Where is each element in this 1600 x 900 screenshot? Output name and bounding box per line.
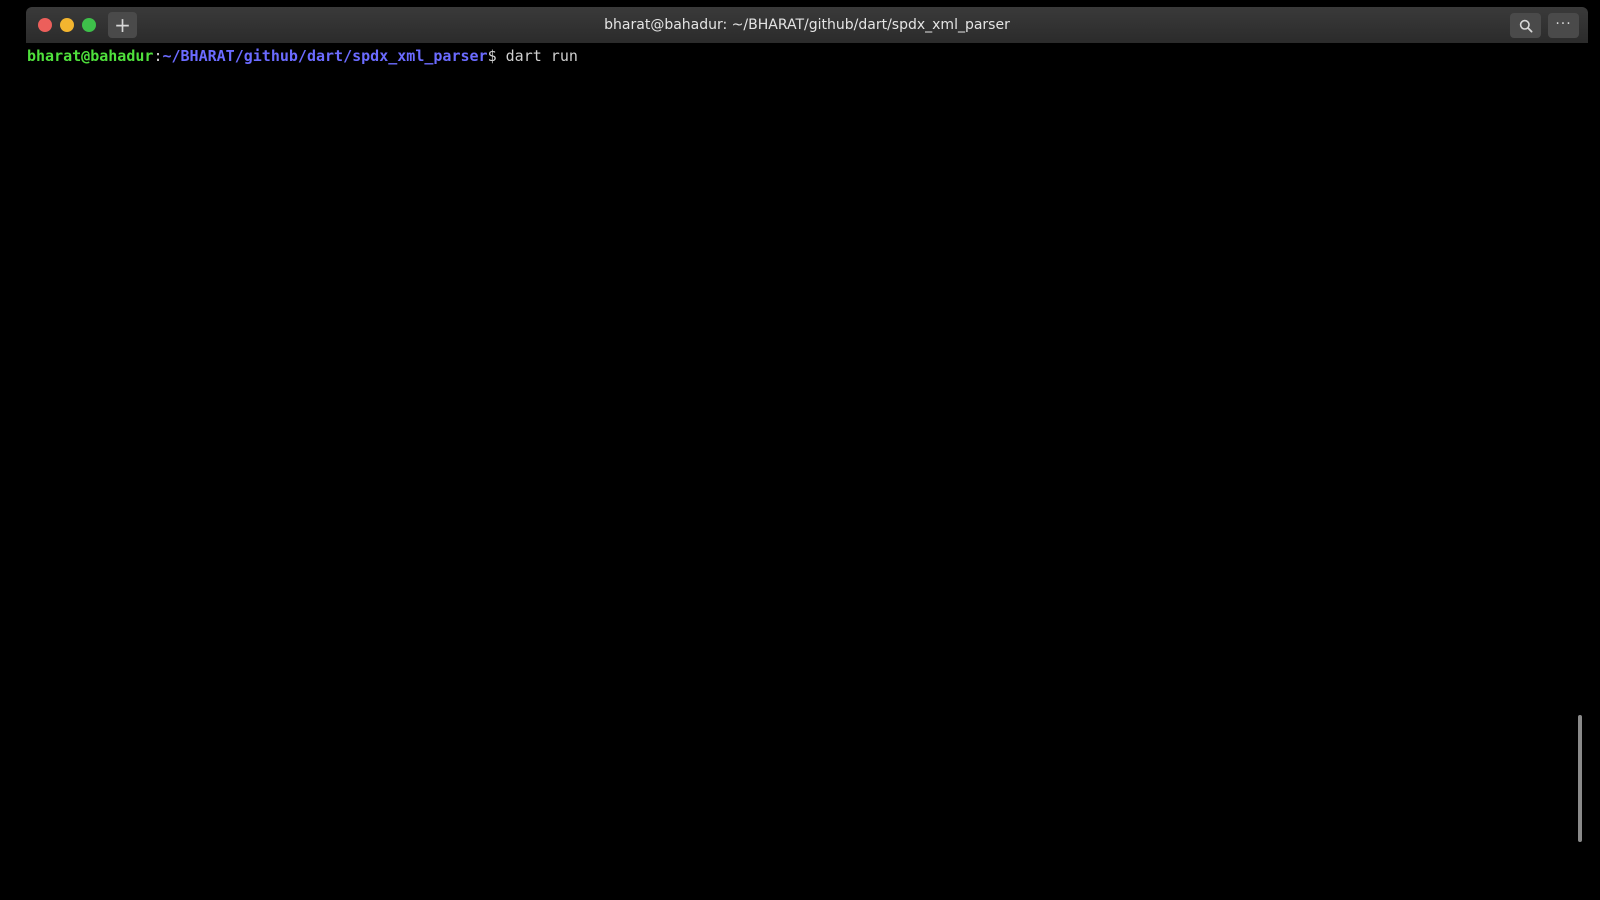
prompt-line: bharat@bahadur:~/BHARAT/github/dart/spdx… (27, 46, 578, 66)
close-window-button[interactable] (38, 18, 52, 32)
scrollbar-thumb[interactable] (1578, 715, 1582, 842)
title-bar: + bharat@bahadur: ~/BHARAT/github/dart/s… (26, 7, 1588, 43)
prompt-path: ~/BHARAT/github/dart/spdx_xml_parser (162, 47, 488, 65)
command-text: dart run (496, 47, 578, 65)
search-icon (1519, 19, 1533, 33)
screen: + bharat@bahadur: ~/BHARAT/github/dart/s… (0, 0, 1600, 900)
terminal-area[interactable]: bharat@bahadur:~/BHARAT/github/dart/spdx… (26, 43, 1588, 900)
window-title: bharat@bahadur: ~/BHARAT/github/dart/spd… (604, 17, 1010, 33)
prompt-user-host: bharat@bahadur (27, 47, 154, 65)
minimize-window-button[interactable] (60, 18, 74, 32)
prompt-symbol: $ (487, 47, 497, 65)
menu-button[interactable]: ··· (1548, 13, 1579, 38)
new-tab-button[interactable]: + (108, 12, 137, 38)
search-button[interactable] (1510, 13, 1541, 38)
maximize-window-button[interactable] (82, 18, 96, 32)
more-icon: ··· (1555, 16, 1572, 32)
